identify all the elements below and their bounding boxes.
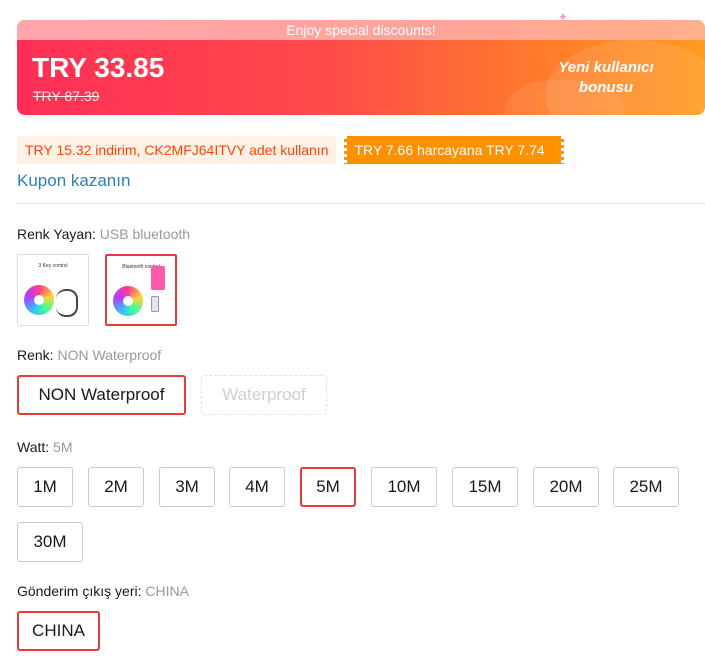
get-coupon-link[interactable]: Kupon kazanın [17, 171, 130, 191]
coupon-threshold-badge[interactable]: TRY 7.66 harcayana TRY 7.74 [344, 136, 565, 164]
phone-image [151, 266, 165, 290]
option-waterproof[interactable]: Waterproof [201, 375, 327, 415]
thumb-caption: 3 Key control [38, 263, 68, 269]
variant-thumb-3-key-control[interactable]: 3 Key control [17, 254, 89, 326]
watt-property-title: Watt: 5M [17, 439, 73, 455]
property-value: CHINA [145, 583, 189, 599]
option-watt-2m[interactable]: 2M [88, 467, 144, 507]
original-price: TRY 87.39 [33, 88, 100, 104]
option-watt-20m[interactable]: 20M [533, 467, 599, 507]
option-watt-10m[interactable]: 10M [371, 467, 437, 507]
property-label: Watt: [17, 439, 50, 455]
property-value: 5M [53, 439, 73, 455]
divider [17, 203, 705, 204]
coupon-code-discount[interactable]: TRY 15.32 indirim, CK2MFJ64ITVY adet kul… [17, 136, 337, 164]
current-price: TRY 33.85 [32, 52, 165, 83]
led-strip-reel-image [24, 285, 54, 315]
option-watt-1m[interactable]: 1M [17, 467, 73, 507]
promo-strip: Enjoy special discounts! [17, 20, 705, 40]
price-banner: Enjoy special discounts! TRY 33.85 TRY 8… [17, 20, 705, 115]
option-watt-25m[interactable]: 25M [613, 467, 679, 507]
variant-thumb-bluetooth-control[interactable]: Bluetooth control [105, 254, 177, 326]
color-property-title: Renk: NON Waterproof [17, 347, 161, 363]
ship-from-property-title: Gönderim çıkış yeri: CHINA [17, 583, 189, 599]
property-label: Renk: [17, 347, 54, 363]
new-user-bonus-label: Yeni kullanıcı bonusu [558, 59, 654, 96]
option-watt-4m[interactable]: 4M [229, 467, 285, 507]
property-label: Gönderim çıkış yeri: [17, 583, 142, 599]
option-non-waterproof[interactable]: NON Waterproof [17, 375, 186, 415]
usb-cable-image [56, 289, 78, 317]
option-ship-from-china[interactable]: CHINA [17, 611, 100, 651]
property-value: NON Waterproof [57, 347, 162, 363]
light-color-property-title: Renk Yayan: USB bluetooth [17, 226, 190, 242]
option-watt-5m[interactable]: 5M [300, 467, 356, 507]
led-strip-reel-image [113, 286, 143, 316]
option-watt-3m[interactable]: 3M [159, 467, 215, 507]
option-watt-30m[interactable]: 30M [17, 522, 83, 562]
coupon-row: TRY 15.32 indirim, CK2MFJ64ITVY adet kul… [17, 136, 565, 164]
property-label: Renk Yayan: [17, 226, 96, 242]
remote-image [151, 296, 159, 312]
option-watt-15m[interactable]: 15M [452, 467, 518, 507]
property-value: USB bluetooth [99, 226, 191, 242]
sparkle-icon: ✦ [558, 10, 569, 24]
